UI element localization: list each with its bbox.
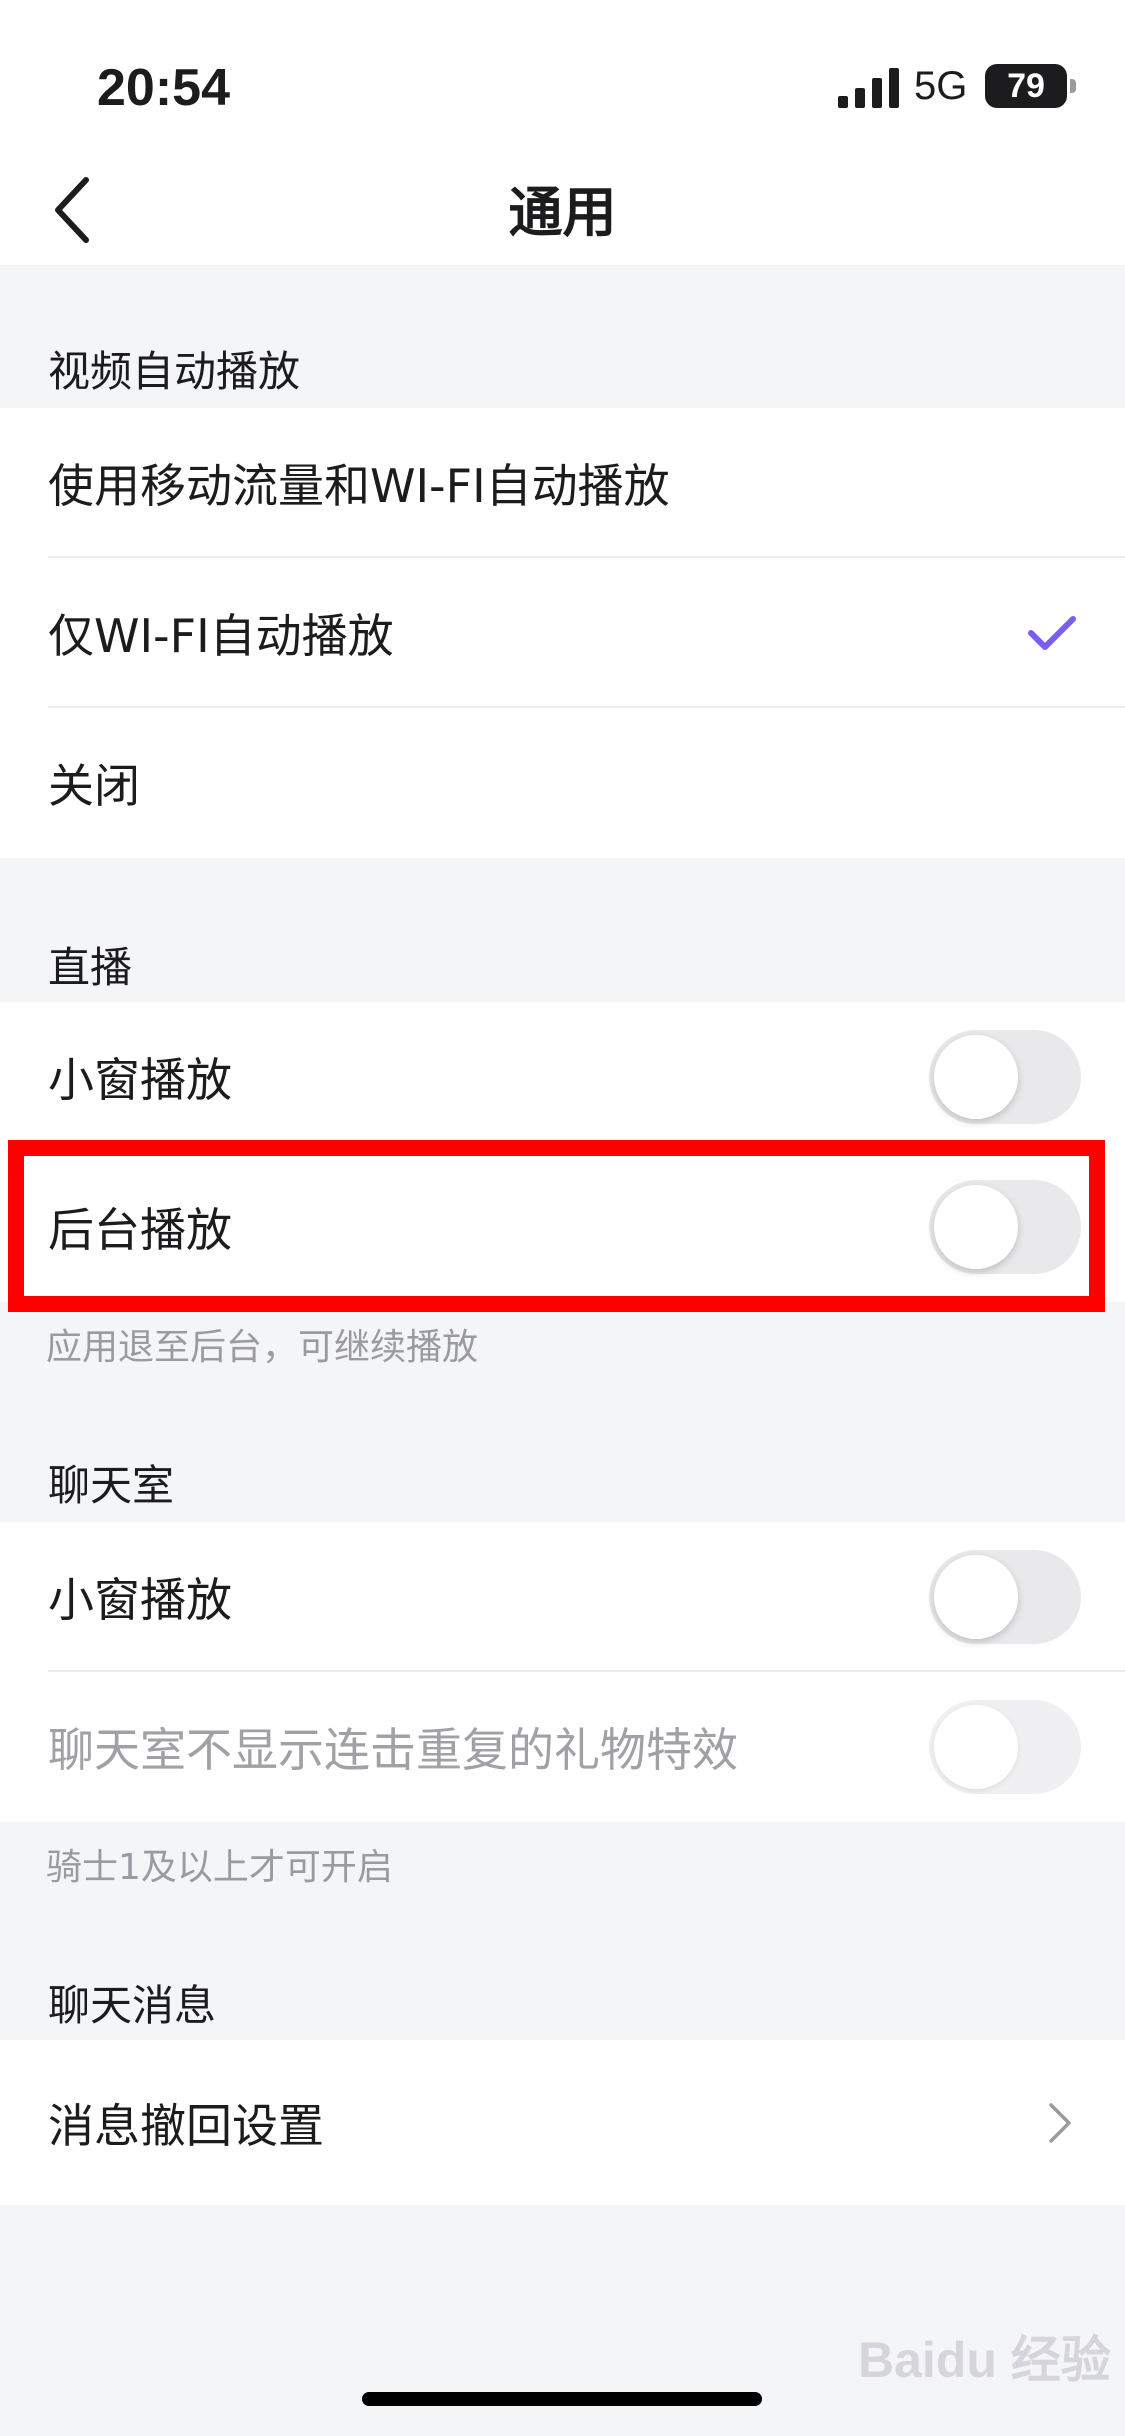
battery-cap <box>1070 79 1076 93</box>
section-header-messages: 聊天消息 <box>48 1981 217 2030</box>
autoplay-option-wifi-only[interactable]: 仅WI-FI自动播放 <box>0 558 1125 708</box>
section-header-autoplay: 视频自动播放 <box>48 347 301 396</box>
option-label: 使用移动流量和WI-FI自动播放 <box>48 459 670 513</box>
autoplay-option-off[interactable]: 关闭 <box>0 708 1125 858</box>
chatroom-mini-window-row: 小窗播放 <box>0 1522 1125 1672</box>
chatroom-footnote: 骑士1及以上才可开启 <box>46 1847 393 1888</box>
home-indicator <box>362 2392 762 2406</box>
status-bar: 20:54 5G 79 <box>0 0 1125 150</box>
baidu-watermark: Baidu 经验 <box>858 2332 1111 2388</box>
row-label: 聊天室不显示连击重复的礼物特效 <box>48 1723 738 1777</box>
live-mini-window-toggle[interactable] <box>929 1030 1081 1124</box>
row-label: 小窗播放 <box>48 1053 232 1107</box>
nav-bar: 通用 <box>0 150 1125 265</box>
messages-group: 消息撤回设置 <box>0 2040 1125 2205</box>
live-footnote: 应用退至后台，可继续播放 <box>46 1327 479 1368</box>
section-header-live: 直播 <box>48 943 133 992</box>
chevron-right-icon <box>1049 2102 1071 2143</box>
chatroom-group: 小窗播放 聊天室不显示连击重复的礼物特效 <box>0 1522 1125 1822</box>
section-header-chatroom: 聊天室 <box>48 1461 175 1510</box>
live-group: 小窗播放 后台播放 <box>0 1002 1125 1302</box>
autoplay-option-mobile-and-wifi[interactable]: 使用移动流量和WI-FI自动播放 <box>0 408 1125 558</box>
chatroom-mini-window-toggle[interactable] <box>929 1550 1081 1644</box>
toggle-knob <box>934 1705 1018 1789</box>
battery-icon: 79 <box>985 64 1067 108</box>
chatroom-hide-gift-effects-toggle[interactable] <box>929 1700 1081 1794</box>
autoplay-group: 使用移动流量和WI-FI自动播放 仅WI-FI自动播放 关闭 <box>0 408 1125 858</box>
checkmark-icon <box>1028 616 1076 650</box>
page-title: 通用 <box>508 181 617 244</box>
option-label: 仅WI-FI自动播放 <box>48 609 394 663</box>
toggle-knob <box>934 1185 1018 1269</box>
toggle-knob <box>934 1555 1018 1639</box>
toggle-knob <box>934 1035 1018 1119</box>
message-recall-settings-row[interactable]: 消息撤回设置 <box>0 2040 1125 2205</box>
live-background-play-toggle[interactable] <box>929 1180 1081 1274</box>
network-type: 5G <box>914 64 968 108</box>
live-mini-window-row: 小窗播放 <box>0 1002 1125 1152</box>
row-label: 后台播放 <box>48 1203 232 1257</box>
row-label: 消息撤回设置 <box>48 2098 324 2153</box>
row-label: 小窗播放 <box>48 1573 232 1627</box>
signal-icon <box>838 68 899 108</box>
status-time: 20:54 <box>97 59 230 117</box>
live-background-play-row: 后台播放 <box>0 1152 1125 1302</box>
chatroom-hide-gift-effects-row: 聊天室不显示连击重复的礼物特效 <box>0 1672 1125 1822</box>
option-label: 关闭 <box>48 759 140 813</box>
